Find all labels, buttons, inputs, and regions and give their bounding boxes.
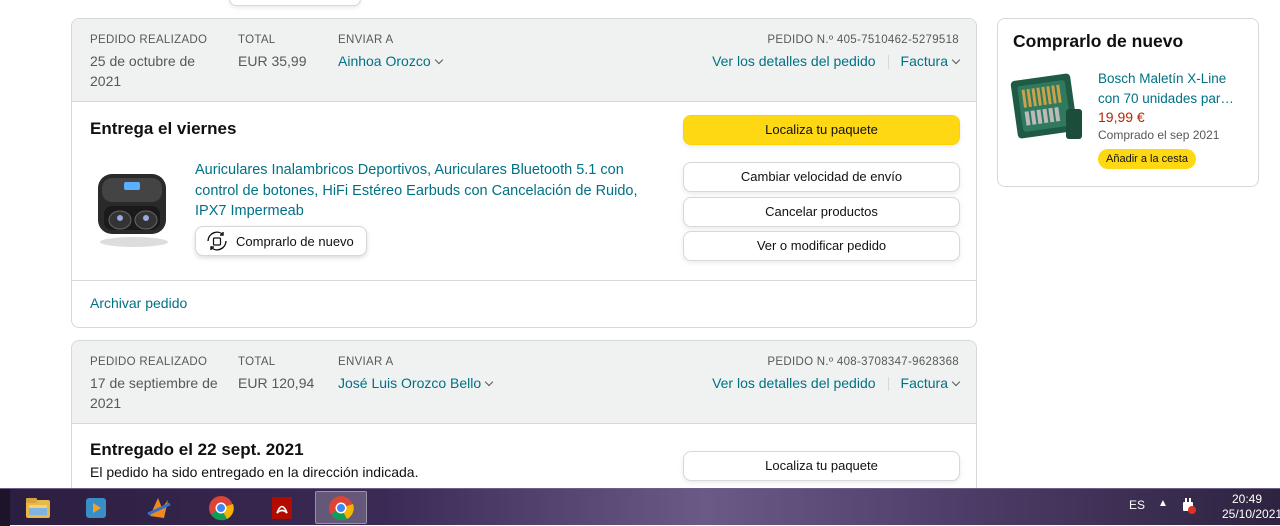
- order-total-col: TOTAL EUR 120,94: [238, 355, 314, 393]
- invoice-link[interactable]: Factura: [900, 53, 961, 69]
- ship-to-name-text: José Luis Orozco Bello: [338, 375, 482, 391]
- order-card: PEDIDO REALIZADO 25 de octubre de 2021 T…: [71, 18, 977, 328]
- ship-to-name[interactable]: Ainhoa Orozco: [338, 51, 443, 71]
- order-placed-date: 17 de septiembre de 2021: [90, 373, 218, 413]
- order-total-label: TOTAL: [238, 34, 276, 46]
- order-placed-date: 25 de octubre de 2021: [90, 51, 207, 91]
- invoice-link-text: Factura: [900, 53, 948, 69]
- buy-again-item-link[interactable]: Bosch Maletín X-Line con 70 unidades par…: [1098, 69, 1248, 109]
- order-card: PEDIDO REALIZADO 17 de septiembre de 202…: [71, 340, 977, 488]
- chevron-down-icon: [951, 55, 961, 65]
- start-button[interactable]: [0, 489, 10, 526]
- product-title-link[interactable]: Auriculares Inalambricos Deportivos, Aur…: [195, 160, 660, 222]
- archive-order-link[interactable]: Archivar pedido: [90, 295, 187, 311]
- order-ship-to-col: ENVIAR A José Luis Orozco Bello: [338, 355, 494, 393]
- change-speed-button[interactable]: Cambiar velocidad de envío: [683, 162, 960, 192]
- clock[interactable]: 20:49 25/10/2021: [1222, 492, 1280, 522]
- buy-again-panel-title: Comprarlo de nuevo: [1013, 31, 1184, 51]
- chevron-down-icon: [951, 377, 961, 387]
- order-total-value: EUR 120,94: [238, 375, 315, 391]
- buy-again-button[interactable]: Comprarlo de nuevo: [195, 226, 367, 256]
- clock-date: 25/10/2021: [1222, 507, 1280, 521]
- language-indicator[interactable]: ES: [1129, 498, 1145, 512]
- ship-to-name[interactable]: José Luis Orozco Bello: [338, 373, 494, 393]
- earbuds-product-image[interactable]: [94, 160, 178, 252]
- order-number-col: PEDIDO N.º 405-7510462-5279518 Ver los d…: [712, 33, 961, 71]
- buy-again-item-price: 19,99 €: [1098, 109, 1145, 125]
- order-header: PEDIDO REALIZADO 17 de septiembre de 202…: [72, 341, 976, 424]
- order-footer: Archivar pedido: [72, 280, 976, 327]
- shipment-status-title: Entrega el viernes: [90, 119, 237, 138]
- order-shipment: Entregado el 22 sept. 2021 El pedido ha …: [72, 424, 976, 488]
- add-to-cart-button[interactable]: Añadir a la cesta: [1098, 149, 1196, 169]
- order-placed-label: PEDIDO REALIZADO: [90, 356, 208, 368]
- divider: [887, 377, 889, 392]
- shipment-status-title: Entregado el 22 sept. 2021: [90, 440, 304, 459]
- order-number: PEDIDO N.º 408-3708347-9628368: [767, 356, 959, 368]
- order-total-label: TOTAL: [238, 356, 276, 368]
- invoice-link-text: Factura: [900, 375, 948, 391]
- order-ship-to-col: ENVIAR A Ainhoa Orozco: [338, 33, 443, 71]
- chevron-down-icon: [484, 377, 494, 387]
- buy-again-panel: Comprarlo de nuevo Bosch Maletín X-Line …: [997, 18, 1259, 187]
- order-date-line1: 17 de septiembre de: [90, 375, 218, 391]
- order-number: PEDIDO N.º 405-7510462-5279518: [767, 34, 959, 46]
- track-package-button[interactable]: Localiza tu paquete: [683, 451, 960, 481]
- file-explorer-icon[interactable]: [12, 491, 64, 524]
- ship-to-label: ENVIAR A: [338, 356, 394, 368]
- order-placed-col: PEDIDO REALIZADO 25 de octubre de 2021: [90, 33, 207, 91]
- buy-again-icon: [207, 231, 227, 251]
- acrobat-icon[interactable]: [256, 491, 308, 524]
- order-date-line2: 2021: [90, 73, 122, 89]
- order-header: PEDIDO REALIZADO 25 de octubre de 2021 T…: [72, 19, 976, 102]
- winamp-icon[interactable]: [133, 491, 185, 524]
- chevron-down-icon: [434, 55, 443, 65]
- power-plug-icon[interactable]: [1180, 497, 1196, 518]
- divider: [887, 55, 889, 70]
- invoice-link[interactable]: Factura: [900, 375, 961, 391]
- order-date-line1: 25 de octubre de: [90, 53, 196, 69]
- order-placed-col: PEDIDO REALIZADO 17 de septiembre de 202…: [90, 355, 218, 413]
- media-player-icon[interactable]: [70, 491, 122, 524]
- orders-page: PEDIDO REALIZADO 25 de octubre de 2021 T…: [0, 0, 1280, 488]
- item-name-line1: Bosch Maletín X-Line: [1098, 71, 1227, 86]
- track-package-button[interactable]: Localiza tu paquete: [683, 115, 960, 145]
- item-name-line2: con 70 unidades par…: [1098, 91, 1234, 106]
- order-shipment: Entrega el viernes Auriculares Inalambri…: [72, 102, 976, 280]
- order-number-col: PEDIDO N.º 408-3708347-9628368 Ver los d…: [712, 355, 961, 393]
- clock-time: 20:49: [1231, 492, 1263, 506]
- previous-button-edge[interactable]: [229, 0, 361, 6]
- order-placed-label: PEDIDO REALIZADO: [90, 34, 208, 46]
- order-total-col: TOTAL EUR 35,99: [238, 33, 306, 71]
- chrome-icon[interactable]: [195, 491, 247, 524]
- chrome-icon[interactable]: [315, 491, 367, 524]
- taskbar: ES ▲ 20:49 25/10/2021: [0, 488, 1280, 526]
- order-date-line2: 2021: [90, 395, 122, 411]
- show-hidden-icons-icon[interactable]: ▲: [1158, 498, 1168, 509]
- modify-order-button[interactable]: Ver o modificar pedido: [683, 231, 960, 261]
- order-details-link[interactable]: Ver los detalles del pedido: [712, 53, 875, 69]
- order-total-value: EUR 35,99: [238, 53, 307, 69]
- cancel-items-button[interactable]: Cancelar productos: [683, 197, 960, 227]
- buy-again-label: Comprarlo de nuevo: [236, 233, 354, 249]
- tool-case-product-image[interactable]: [1010, 69, 1086, 147]
- order-details-link[interactable]: Ver los detalles del pedido: [712, 375, 875, 391]
- ship-to-label: ENVIAR A: [338, 34, 394, 46]
- shipment-status-subtitle: El pedido ha sido entregado en la direcc…: [90, 464, 419, 480]
- buy-again-purchase-date: Comprado el sep 2021: [1098, 128, 1220, 142]
- ship-to-name-text: Ainhoa Orozco: [338, 53, 431, 69]
